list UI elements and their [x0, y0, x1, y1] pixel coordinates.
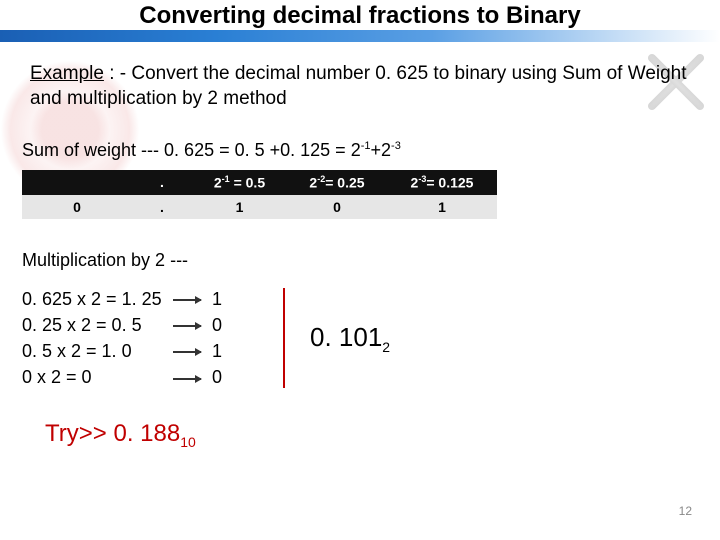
val-c0: 0 [22, 195, 132, 219]
weight-table: . 2-1 = 0.5 2-2= 0.25 2-3= 0.125 0 . 1 0… [22, 170, 497, 219]
table-header-row: . 2-1 = 0.5 2-2= 0.25 2-3= 0.125 [22, 170, 497, 195]
mult-eq: 0. 5 x 2 = 1. 0 [22, 338, 162, 364]
sow-prefix: Sum of weight --- 0. 625 = 0. 5 +0. 125 … [22, 140, 361, 160]
sow-exp2: -3 [391, 140, 401, 152]
hdr-c0 [22, 170, 132, 195]
hdr-c4: 2-3= 0.125 [387, 170, 497, 195]
sow-mid: +2 [371, 140, 392, 160]
binary-result: 0. 1012 [310, 322, 390, 355]
mult-row: 0. 5 x 2 = 1. 0 1 [22, 338, 222, 364]
sum-of-weight-equation: Sum of weight --- 0. 625 = 0. 5 +0. 125 … [22, 140, 401, 161]
val-c2: 1 [192, 195, 287, 219]
mult-bit: 1 [212, 289, 222, 309]
multiplication-steps: 0. 625 x 2 = 1. 25 1 0. 25 x 2 = 0. 5 0 … [22, 286, 222, 390]
mult-row: 0. 25 x 2 = 0. 5 0 [22, 312, 222, 338]
mult-eq: 0 x 2 = 0 [22, 364, 162, 390]
example-paragraph: Example : - Convert the decimal number 0… [30, 62, 690, 111]
val-c4: 1 [387, 195, 497, 219]
hdr-c3: 2-2= 0.25 [287, 170, 387, 195]
header-gradient-band [0, 30, 720, 42]
result-value: 0. 101 [310, 322, 382, 352]
try-prefix: Try>> [45, 420, 113, 447]
arrow-right-icon [173, 325, 201, 327]
page-number: 12 [679, 504, 692, 518]
example-text: : - Convert the decimal number 0. 625 to… [30, 63, 687, 109]
hdr-c1: . [132, 170, 192, 195]
mult-row: 0 x 2 = 0 0 [22, 364, 222, 390]
page-title: Converting decimal fractions to Binary [0, 2, 720, 30]
hdr-c2: 2-1 = 0.5 [192, 170, 287, 195]
arrow-right-icon [173, 299, 201, 301]
try-value: 0. 188 [113, 420, 180, 447]
mult-eq: 0. 625 x 2 = 1. 25 [22, 286, 162, 312]
vertical-divider [283, 288, 285, 388]
try-base: 10 [180, 434, 196, 450]
try-prompt: Try>> 0. 18810 [45, 420, 196, 450]
arrow-right-icon [173, 378, 201, 380]
val-c3: 0 [287, 195, 387, 219]
result-base: 2 [382, 339, 390, 355]
mult-eq: 0. 25 x 2 = 0. 5 [22, 312, 162, 338]
mult-bit: 0 [212, 315, 222, 335]
mult-bit: 0 [212, 367, 222, 387]
mult-bit: 1 [212, 341, 222, 361]
example-label: Example [30, 63, 104, 84]
arrow-right-icon [173, 351, 201, 353]
mult-row: 0. 625 x 2 = 1. 25 1 [22, 286, 222, 312]
table-value-row: 0 . 1 0 1 [22, 195, 497, 219]
val-c1: . [132, 195, 192, 219]
multiplication-heading: Multiplication by 2 --- [22, 250, 188, 271]
sow-exp1: -1 [361, 140, 371, 152]
